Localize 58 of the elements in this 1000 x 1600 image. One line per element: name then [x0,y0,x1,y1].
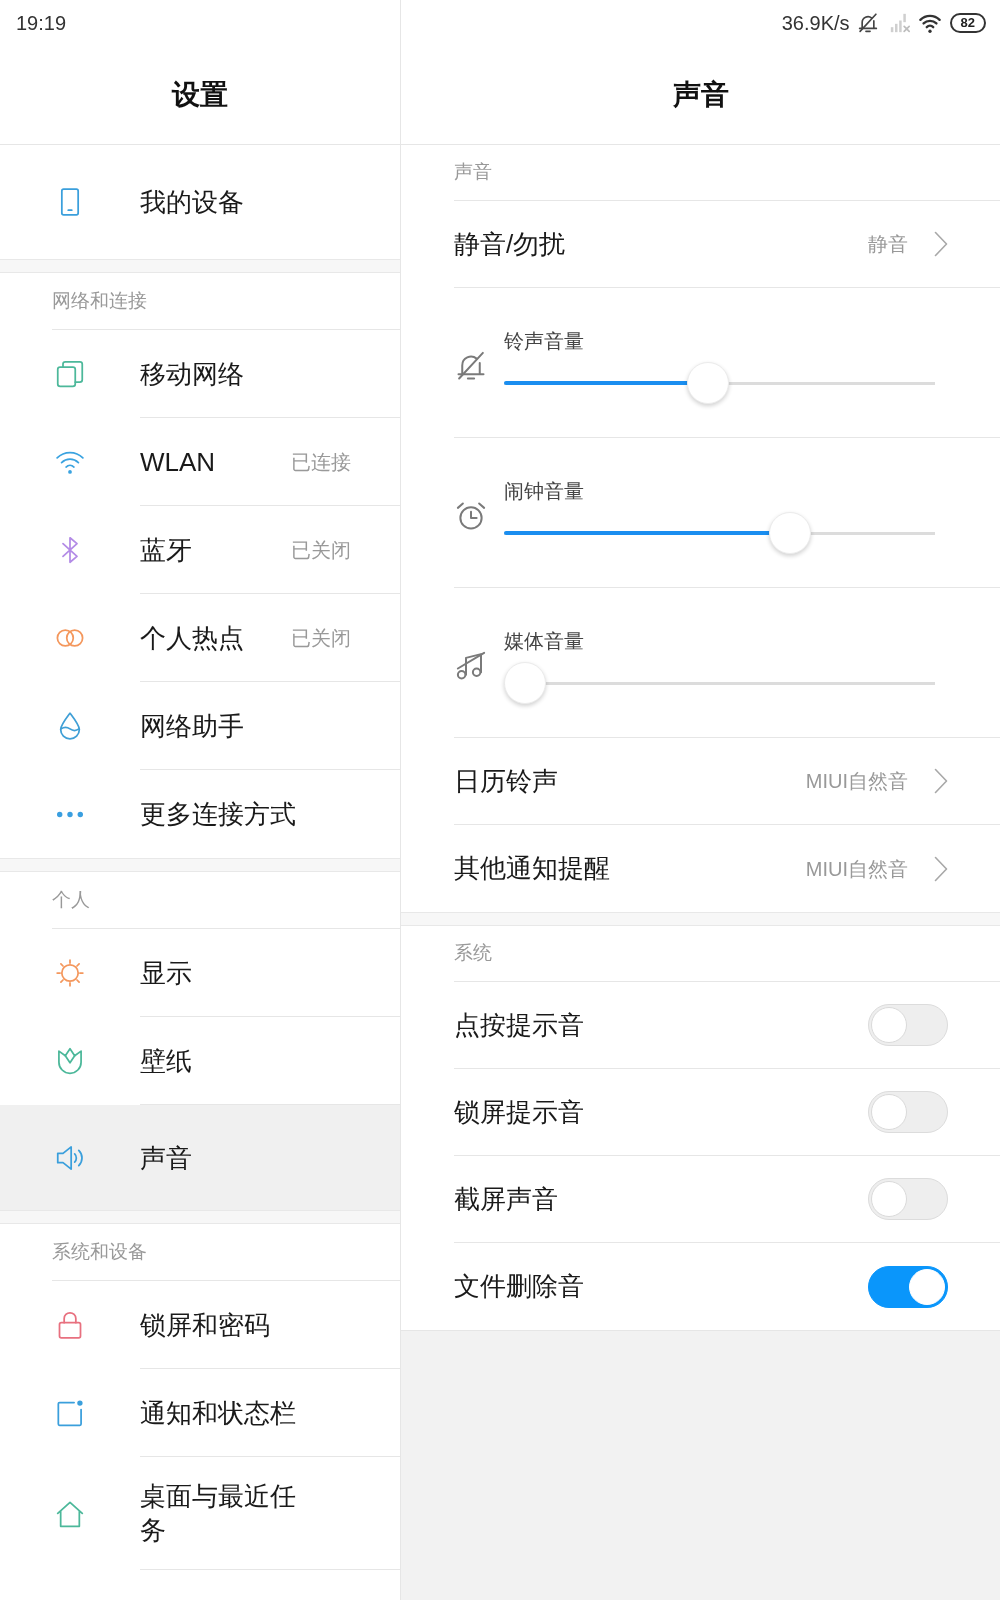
toggle-label: 截屏声音 [454,1182,558,1216]
settings-item[interactable]: 移动网络 [0,330,400,418]
slider-thumb[interactable] [686,362,729,404]
value-text: 静音 [868,232,908,257]
section-header: 个人 [52,887,90,912]
settings-item[interactable]: 声音 [0,1105,400,1210]
settings-item[interactable]: 更多连接方式 [0,770,400,858]
slider-label: 闹钟音量 [504,479,584,504]
settings-item[interactable]: 桌面与最近任务 [0,1457,400,1570]
slider-label: 铃声音量 [504,329,584,354]
signal-icon [889,12,910,33]
lock-icon [56,1311,84,1339]
settings-item[interactable]: 网络助手 [0,682,400,770]
music-note-off-icon [456,650,486,681]
chevron-right-icon [934,768,948,794]
section-header: 网络和连接 [52,288,147,313]
slider-thumb[interactable] [768,512,811,554]
section-header: 系统 [454,941,492,966]
settings-item[interactable]: 锁屏和密码 [0,1281,400,1369]
bell-off-icon [456,350,486,381]
settings-item[interactable]: 显示 [0,929,400,1017]
value-text: MIUI自然音 [805,856,908,882]
section-header: 系统和设备 [52,1239,147,1264]
status-text: 已连接 [291,449,351,475]
settings-item[interactable]: 我的设备 [0,158,400,246]
slider-thumb[interactable] [504,662,546,704]
settings-item[interactable]: 蓝牙 已关闭 [0,506,400,594]
toggle-switch[interactable] [868,1265,948,1308]
setting-row[interactable]: 日历铃声 MIUI自然音 [454,738,1000,825]
battery-level: 82 [949,12,986,33]
page-title: 设置 [172,77,228,112]
sun-icon [56,959,84,987]
tulip-icon [56,1047,84,1075]
network-speed: 36.9K/s [781,10,850,36]
settings-item[interactable]: WLAN 已连接 [0,418,400,506]
page-title: 声音 [672,77,729,112]
alarm-clock-icon [456,500,486,531]
status-text: 已关闭 [291,537,351,563]
bell-off-icon [857,12,878,33]
toggle-label: 点按提示音 [454,1008,584,1042]
status-text: 已关闭 [291,625,351,651]
toggle-label: 文件删除音 [454,1270,584,1303]
section-header: 声音 [454,160,492,185]
settings-item[interactable]: 个人热点 已关闭 [0,594,400,682]
settings-item[interactable]: 通知和状态栏 [0,1369,400,1457]
setting-row[interactable]: 其他通知提醒 MIUI自然音 [454,825,1000,912]
toggle-label: 锁屏提示音 [454,1095,584,1129]
house-icon [56,1499,84,1528]
slider-label: 媒体音量 [504,629,584,654]
setting-row[interactable]: 静音/勿扰 静音 [454,201,1000,288]
more-dots-icon [57,810,83,818]
value-text: MIUI自然音 [805,769,908,794]
chevron-right-icon [934,231,948,257]
speaker-icon [56,1143,84,1172]
stacked-squares-icon [56,360,84,388]
notification-dot-icon [56,1399,84,1427]
clock-time: 19:19 [16,10,67,36]
chevron-right-icon [934,855,948,882]
